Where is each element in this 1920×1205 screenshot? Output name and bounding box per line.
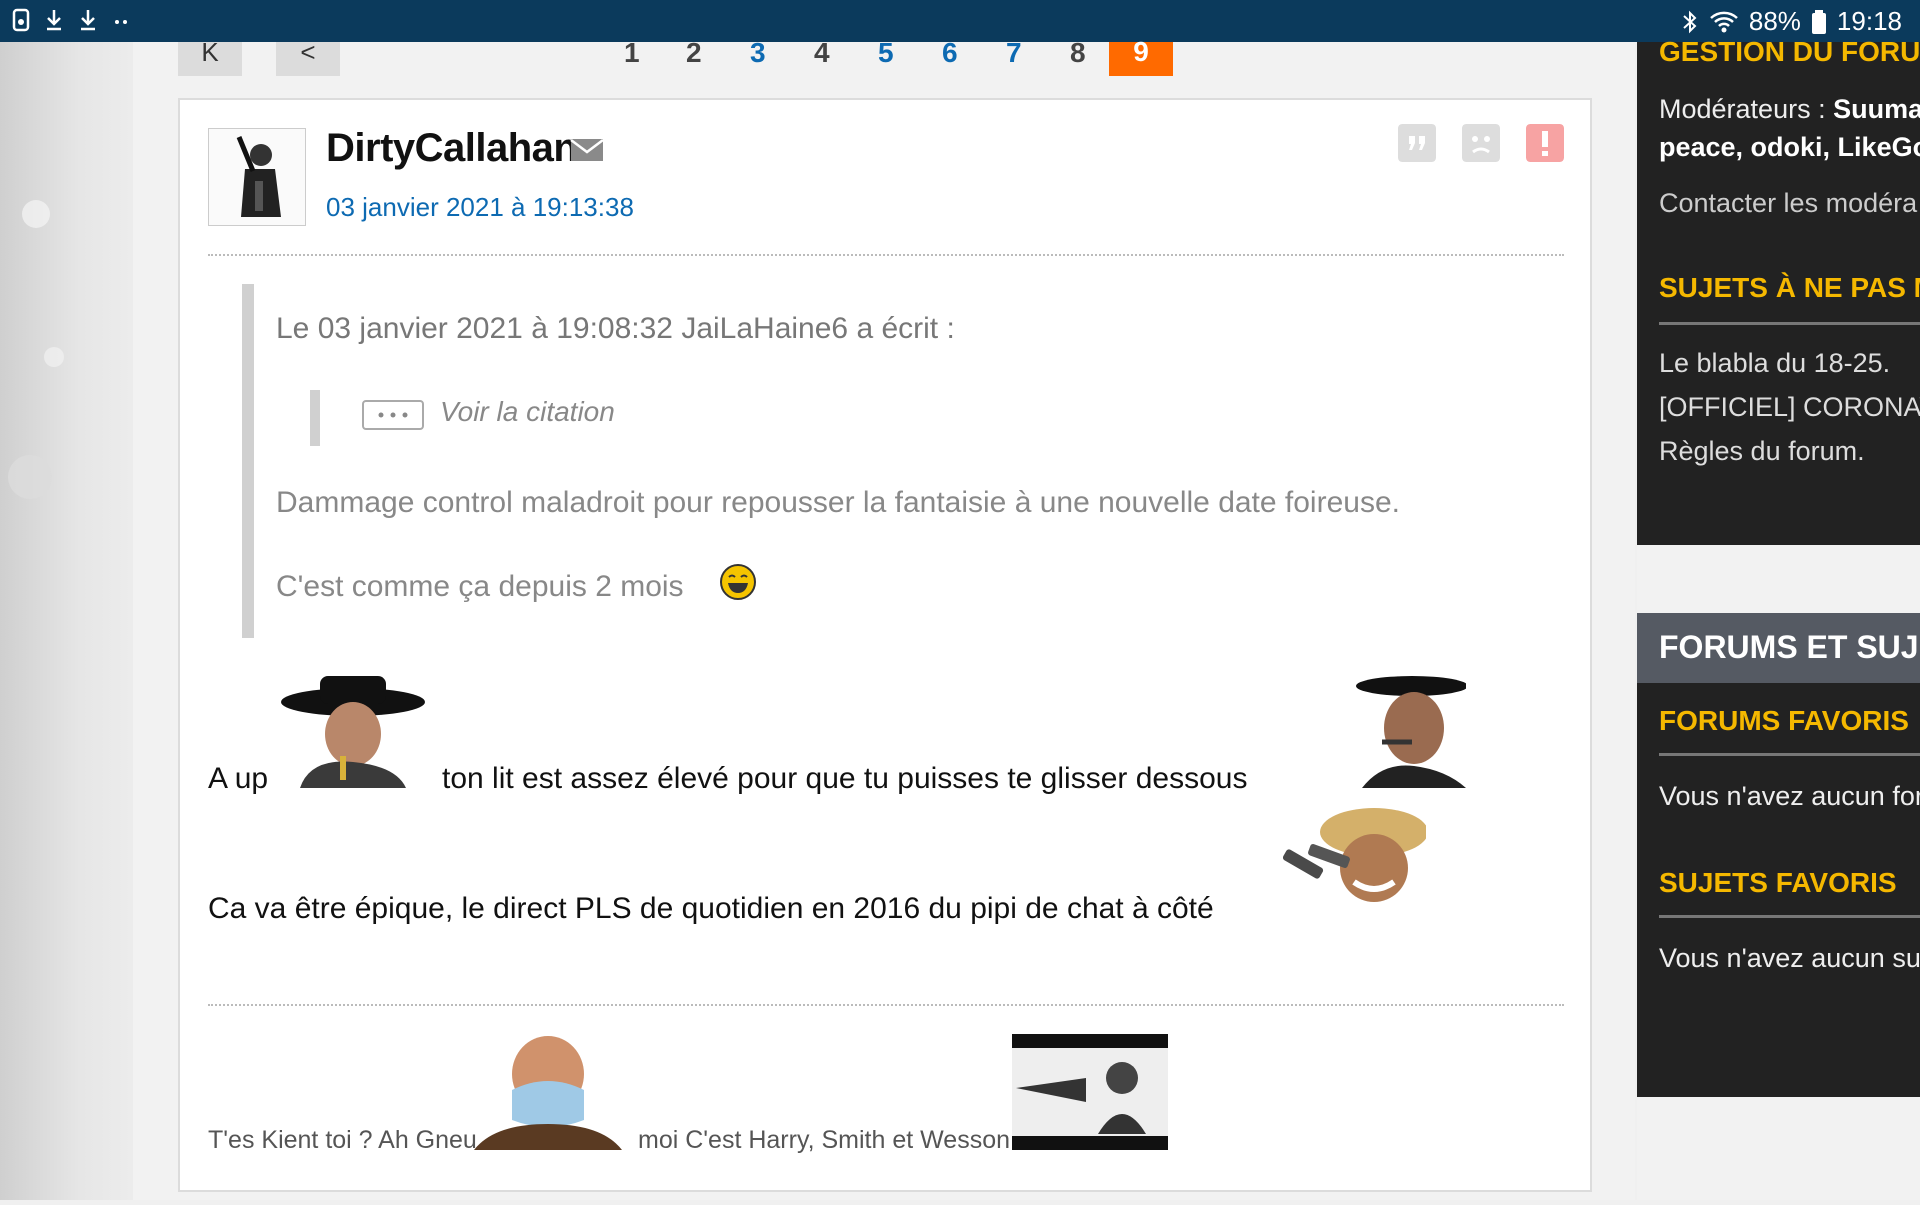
quote-header: Le 03 janvier 2021 à 19:08:32 JaiLaHaine… <box>276 312 955 345</box>
panel-header: FORUMS ET SUJET <box>1637 613 1920 683</box>
page-link-2[interactable]: 2 <box>686 39 702 67</box>
page-link-3[interactable]: 3 <box>750 39 766 67</box>
app-notification-icon <box>12 8 30 32</box>
panel-title: SUJETS À NE PAS MA <box>1659 272 1920 303</box>
ellipsis-icon[interactable] <box>362 400 424 430</box>
favorite-topics-title: SUJETS FAVORIS <box>1659 867 1897 898</box>
battery-icon <box>1811 9 1826 34</box>
right-sidebar: GESTION DU FORUM Modérateurs : Suuma pea… <box>1637 36 1920 1200</box>
topic-link[interactable]: Règles du forum. <box>1659 436 1865 467</box>
section-rule <box>1659 915 1920 918</box>
panel-title: GESTION DU FORUM <box>1659 36 1920 67</box>
report-icon[interactable] <box>1526 124 1564 162</box>
quote-icon[interactable] <box>1398 124 1436 162</box>
moderator-link[interactable]: Suuma <box>1833 94 1920 124</box>
quote-text-line: C'est comme ça depuis 2 mois <box>276 570 684 603</box>
forums-topics-panel: FORUMS ET SUJET FORUMS FAVORIS Vous n'av… <box>1637 613 1920 1097</box>
quote-text-line: Dammage control maladroit pour repousser… <box>276 486 1400 519</box>
page-link-7[interactable]: 7 <box>1006 39 1022 67</box>
post-text-line: ton lit est assez élevé pour que tu puis… <box>442 762 1248 795</box>
favorite-topics-empty: Vous n'avez aucun su <box>1659 943 1920 973</box>
prev-page-button[interactable]: < <box>276 39 340 76</box>
bokeh-decoration <box>8 200 64 499</box>
forum-post: DirtyCallahan 03 janvier 2021 à 19:13:38… <box>178 98 1592 1192</box>
bluetooth-icon <box>1683 10 1697 33</box>
sticker-image[interactable] <box>280 672 426 788</box>
signature-divider <box>208 1004 1564 1006</box>
signature-image[interactable] <box>1012 1034 1168 1150</box>
favorite-forums-title: FORUMS FAVORIS <box>1659 705 1909 736</box>
contact-moderators-link[interactable]: Contacter les modéra <box>1659 188 1917 219</box>
wifi-icon <box>1710 11 1738 32</box>
section-rule <box>1659 322 1920 325</box>
post-date[interactable]: 03 janvier 2021 à 19:13:38 <box>326 192 634 223</box>
laughing-smiley-icon <box>720 564 756 600</box>
post-text-line: Ca va être épique, le direct PLS de quot… <box>208 892 1214 925</box>
sad-face-icon[interactable] <box>1462 124 1500 162</box>
avatar[interactable] <box>208 128 306 226</box>
clock: 19:18 <box>1836 6 1902 36</box>
page-link-6[interactable]: 6 <box>942 39 958 67</box>
status-bar: 88% 19:18 <box>0 0 1920 42</box>
sticker-image[interactable] <box>1274 802 1428 918</box>
nested-quote-bar <box>310 390 320 446</box>
page-link-1[interactable]: 1 <box>624 39 640 67</box>
battery-percent: 88% <box>1748 6 1801 36</box>
pagination: K < 1 2 3 4 5 6 7 8 9 <box>178 38 1178 76</box>
page-link-5[interactable]: 5 <box>878 39 894 67</box>
forum-management-panel: GESTION DU FORUM Modérateurs : Suuma pea… <box>1637 36 1920 545</box>
quote-bar <box>242 284 254 638</box>
more-dots-icon <box>115 20 127 24</box>
post-text-line: A up <box>208 762 269 795</box>
signature-image[interactable] <box>474 1034 622 1150</box>
page-left-margin <box>0 42 133 1200</box>
moderators-line: Modérateurs : Suuma <box>1659 94 1920 125</box>
post-header-divider <box>208 254 1564 256</box>
topic-link[interactable]: [OFFICIEL] CORONAV <box>1659 392 1920 423</box>
envelope-icon[interactable] <box>570 138 604 162</box>
download-icon <box>47 10 61 31</box>
sticker-image[interactable] <box>1342 672 1468 788</box>
download-icon <box>81 10 95 31</box>
topic-link[interactable]: Le blabla du 18-25. <box>1659 348 1890 379</box>
post-author[interactable]: DirtyCallahan <box>326 126 578 171</box>
moderators-list[interactable]: peace, odoki, LikeGoo <box>1659 132 1920 163</box>
signature-text: T'es Kient toi ? Ah Gneu <box>208 1126 477 1154</box>
page-link-4[interactable]: 4 <box>814 39 830 67</box>
first-page-button[interactable]: K <box>178 39 242 76</box>
notification-icons <box>12 8 132 32</box>
section-rule <box>1659 753 1920 756</box>
signature-text: moi C'est Harry, Smith et Wesson <box>638 1126 1010 1154</box>
page-link-8[interactable]: 8 <box>1070 39 1086 67</box>
system-status: 88% 19:18 <box>1681 6 1902 37</box>
show-quote-link[interactable]: Voir la citation <box>440 396 615 428</box>
current-page: 9 <box>1109 38 1173 76</box>
favorite-forums-empty: Vous n'avez aucun for <box>1659 781 1920 811</box>
